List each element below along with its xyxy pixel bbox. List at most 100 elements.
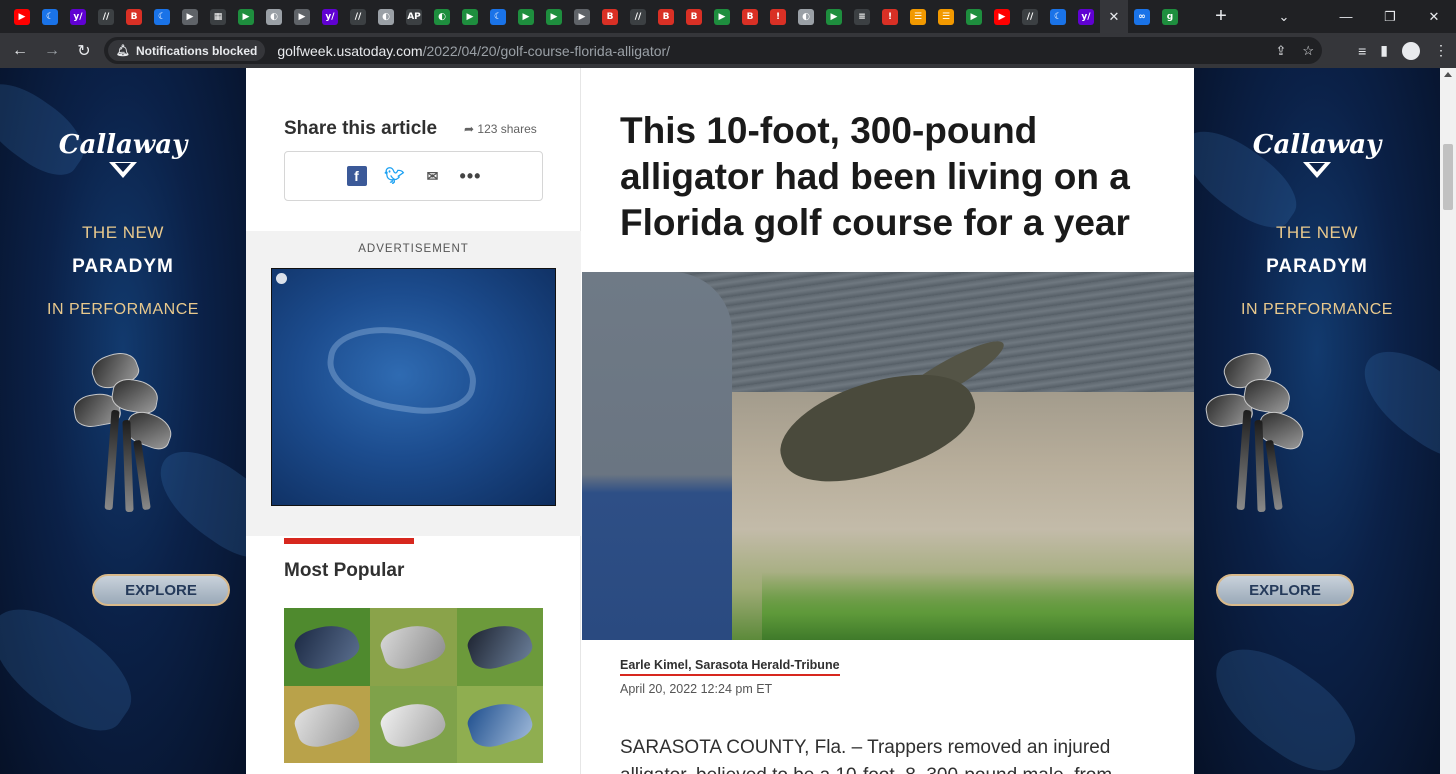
browser-tab[interactable]: ▶ bbox=[960, 0, 988, 33]
share-buttons: f 🐦︎ ✉ ••• bbox=[284, 151, 543, 201]
ad-choices-icon[interactable] bbox=[276, 273, 287, 284]
browser-tab[interactable]: ▶ bbox=[708, 0, 736, 33]
browser-tab[interactable]: // bbox=[344, 0, 372, 33]
tab-search-chevron-icon[interactable]: ⌄ bbox=[1262, 0, 1306, 33]
browser-tab[interactable]: B bbox=[652, 0, 680, 33]
browser-tab[interactable]: ▶ bbox=[456, 0, 484, 33]
browser-tab[interactable]: ! bbox=[876, 0, 904, 33]
browser-tab[interactable]: // bbox=[624, 0, 652, 33]
twitter-icon[interactable]: 🐦︎ bbox=[384, 166, 404, 186]
explore-button-left[interactable]: EXPLORE bbox=[92, 574, 230, 606]
share-page-icon[interactable]: ⇪ bbox=[1275, 43, 1286, 59]
browser-tab[interactable]: ◐ bbox=[792, 0, 820, 33]
restore-button[interactable]: ❐ bbox=[1368, 0, 1412, 33]
reading-list-icon[interactable]: ≡ bbox=[1358, 43, 1366, 59]
browser-tab[interactable]: ☾ bbox=[148, 0, 176, 33]
browser-tab[interactable]: ▶ bbox=[8, 0, 36, 33]
browser-tab[interactable]: ∞ bbox=[1128, 0, 1156, 33]
globe-icon: ◐ bbox=[378, 8, 394, 25]
ad-image[interactable] bbox=[271, 268, 556, 506]
browser-tab[interactable]: B bbox=[680, 0, 708, 33]
feather-decoration bbox=[1346, 334, 1440, 472]
browser-tab[interactable]: ▶ bbox=[232, 0, 260, 33]
news-icon: ≡ bbox=[854, 8, 870, 25]
profile-avatar[interactable] bbox=[1402, 41, 1420, 60]
browser-tab[interactable]: ! bbox=[764, 0, 792, 33]
browser-tab[interactable]: ▶ bbox=[820, 0, 848, 33]
browser-tab[interactable]: ◐ bbox=[260, 0, 288, 33]
play-icon: ▶ bbox=[714, 8, 730, 25]
section-accent-bar bbox=[284, 538, 414, 544]
ad-product-name: PARADYM bbox=[1266, 256, 1368, 277]
browser-tab[interactable]: y/ bbox=[64, 0, 92, 33]
b-icon: B bbox=[686, 8, 702, 25]
play-icon: ▶ bbox=[238, 8, 254, 25]
browser-tab[interactable]: ≡ bbox=[848, 0, 876, 33]
active-tab-close-icon[interactable]: ✕ bbox=[1100, 0, 1128, 33]
browser-tab[interactable]: // bbox=[92, 0, 120, 33]
browser-tab[interactable]: B bbox=[596, 0, 624, 33]
browser-tab[interactable]: g bbox=[1156, 0, 1184, 33]
pin-icon: ! bbox=[882, 8, 898, 25]
ad-skin-left[interactable]: Callaway THE NEW PARADYM IN PERFORMANCE … bbox=[0, 68, 246, 774]
browser-tab[interactable]: ☰ bbox=[932, 0, 960, 33]
browser-tab[interactable]: ◐ bbox=[372, 0, 400, 33]
scroll-up-arrow-icon[interactable] bbox=[1444, 72, 1452, 77]
url-text[interactable]: golfweek.usatoday.com/2022/04/20/golf-co… bbox=[277, 43, 670, 59]
scrollbar-thumb[interactable] bbox=[1443, 144, 1453, 210]
browser-tab[interactable]: y/ bbox=[1072, 0, 1100, 33]
back-button[interactable]: ← bbox=[4, 35, 36, 67]
bookmark-star-icon[interactable]: ☆ bbox=[1302, 43, 1314, 59]
link-icon: ∞ bbox=[1134, 8, 1150, 25]
crescent-icon: ☾ bbox=[490, 8, 506, 25]
page-scrollbar[interactable] bbox=[1440, 68, 1456, 774]
browser-tab[interactable]: ☾ bbox=[1044, 0, 1072, 33]
menu-kebab-icon[interactable]: ⋮ bbox=[1434, 42, 1448, 59]
address-bar[interactable]: 🔔︎ Notifications blocked golfweek.usatod… bbox=[104, 37, 1322, 64]
globe-icon: ◐ bbox=[266, 8, 282, 25]
play-icon: ▶ bbox=[462, 8, 478, 25]
browser-tab[interactable]: ▶ bbox=[988, 0, 1016, 33]
browser-tab[interactable]: ☾ bbox=[36, 0, 64, 33]
browser-tab[interactable]: ☾ bbox=[484, 0, 512, 33]
golf-clubs-image bbox=[71, 347, 177, 513]
email-icon[interactable]: ✉ bbox=[423, 166, 443, 186]
browser-tab[interactable]: ◐ bbox=[428, 0, 456, 33]
browser-tab[interactable]: B bbox=[120, 0, 148, 33]
browser-tab[interactable]: ▶ bbox=[288, 0, 316, 33]
iron-photo bbox=[370, 685, 457, 763]
browser-tab[interactable]: B bbox=[736, 0, 764, 33]
slash-icon: // bbox=[350, 8, 366, 25]
article-byline[interactable]: Earle Kimel, Sarasota Herald-Tribune bbox=[620, 658, 840, 676]
article-body: SARASOTA COUNTY, Fla. – Trappers removed… bbox=[620, 737, 1112, 774]
explore-button-right[interactable]: EXPLORE bbox=[1216, 574, 1354, 606]
ad-skin-right[interactable]: Callaway THE NEW PARADYM IN PERFORMANCE … bbox=[1194, 68, 1440, 774]
reload-button[interactable]: ↻ bbox=[68, 35, 100, 67]
browser-tab[interactable]: ▶ bbox=[512, 0, 540, 33]
minimize-button[interactable]: — bbox=[1324, 0, 1368, 33]
browser-tab[interactable]: ▶ bbox=[540, 0, 568, 33]
bell-icon: 🔔︎ bbox=[116, 45, 130, 57]
facebook-icon[interactable]: f bbox=[346, 166, 367, 186]
url-path: /2022/04/20/golf-course-florida-alligato… bbox=[422, 42, 671, 59]
tab-list: ▶ ☾ y///B ☾ ▶ ▦ ▶ ◐ ▶ y///◐ AP ◐ ▶ ☾ ▶ ▶ ▶ B//B B ▶ B! ◐ ▶ ≡! ☰ ☰… bbox=[0, 0, 1100, 33]
notifications-blocked-chip[interactable]: 🔔︎ Notifications blocked bbox=[108, 40, 266, 61]
forward-button[interactable]: → bbox=[36, 35, 68, 67]
b-icon: B bbox=[658, 8, 674, 25]
browser-tab[interactable]: ▶ bbox=[568, 0, 596, 33]
most-popular-thumbnail[interactable] bbox=[284, 608, 543, 763]
browser-tab[interactable]: ☰ bbox=[904, 0, 932, 33]
more-options-icon[interactable]: ••• bbox=[460, 166, 481, 186]
close-window-button[interactable]: ✕ bbox=[1412, 0, 1456, 33]
browser-tab[interactable]: // bbox=[1016, 0, 1044, 33]
alligator-photo[interactable] bbox=[582, 272, 1194, 640]
side-panel-icon[interactable]: ▮ bbox=[1380, 42, 1388, 59]
g-icon: g bbox=[1162, 8, 1178, 25]
browser-tab[interactable]: ▦ bbox=[204, 0, 232, 33]
browser-tab[interactable]: ▶ bbox=[176, 0, 204, 33]
browser-tab[interactable]: AP bbox=[400, 0, 428, 33]
crescent-icon: ☾ bbox=[42, 8, 58, 25]
b-icon: B bbox=[742, 8, 758, 25]
new-tab-button[interactable]: + bbox=[1206, 0, 1236, 33]
browser-tab[interactable]: y/ bbox=[316, 0, 344, 33]
